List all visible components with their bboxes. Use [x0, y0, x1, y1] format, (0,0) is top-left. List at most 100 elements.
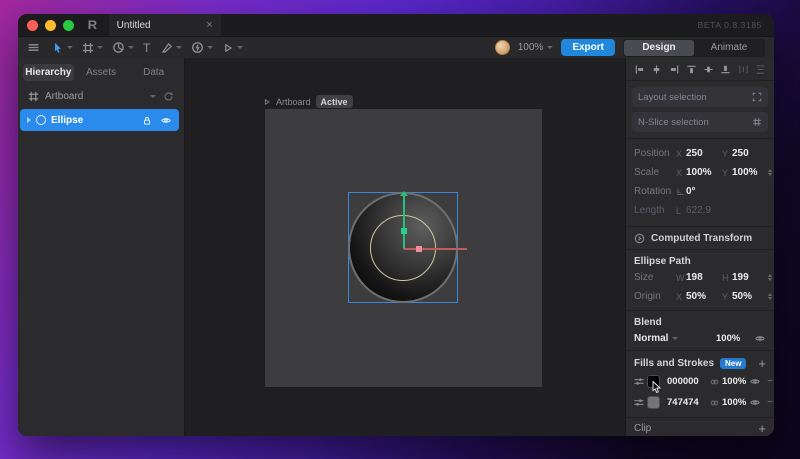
origin-stepper[interactable]	[768, 292, 772, 301]
close-tab-icon[interactable]: ×	[206, 19, 212, 31]
align-middle-v-icon[interactable]	[703, 64, 714, 75]
nslice-grid-icon	[753, 118, 761, 126]
eye-icon[interactable]	[160, 115, 172, 126]
link-icon[interactable]	[709, 398, 720, 408]
stroke-hex-field[interactable]: 747474	[667, 397, 709, 408]
chevron-down-icon	[547, 46, 554, 49]
tab-hierarchy[interactable]: Hierarchy	[23, 64, 74, 81]
rotation-label: Rotation	[634, 186, 672, 197]
remove-fill-button[interactable]: −	[767, 376, 773, 387]
artboard-tool[interactable]	[82, 42, 103, 54]
text-tool-icon: T	[143, 40, 151, 55]
pen-icon	[162, 42, 173, 53]
y-scale-handle[interactable]	[401, 228, 407, 234]
blend-mode-dropdown[interactable]: Normal	[634, 333, 716, 344]
eye-icon[interactable]	[749, 397, 761, 408]
scale-x-field[interactable]: 100%	[686, 167, 722, 178]
distribute-h-icon[interactable]	[738, 64, 749, 75]
computed-transform-row[interactable]: Computed Transform	[626, 227, 774, 250]
new-badge: New	[720, 358, 747, 369]
hierarchy-panel: Hierarchy Assets Data Artboard Ellipse	[18, 58, 185, 436]
tab-design[interactable]: Design	[624, 39, 694, 56]
chevron-down-icon[interactable]	[128, 46, 134, 49]
height-field[interactable]: 199	[732, 272, 768, 283]
sliders-icon[interactable]	[633, 397, 645, 408]
titlebar: R Untitled × BETA 0.8.3185	[18, 14, 774, 36]
sliders-icon[interactable]	[633, 376, 645, 387]
tab-assets[interactable]: Assets	[76, 64, 127, 81]
size-stepper[interactable]	[768, 273, 772, 282]
play-tool[interactable]	[222, 42, 244, 54]
chevron-down-icon[interactable]	[237, 46, 244, 49]
shapes-tool[interactable]	[112, 41, 134, 54]
align-bottom-icon[interactable]	[720, 64, 731, 75]
width-field[interactable]: 198	[686, 272, 722, 283]
chevron-down-icon[interactable]	[207, 46, 214, 49]
color-swatch[interactable]	[647, 396, 660, 409]
text-tool[interactable]: T	[143, 41, 150, 55]
x-key: X	[676, 167, 683, 178]
zoom-window-button[interactable]	[63, 19, 74, 31]
alignment-toolbar	[626, 58, 774, 81]
chevron-down-icon[interactable]	[97, 46, 103, 49]
eye-icon[interactable]	[754, 333, 766, 344]
link-icon[interactable]	[709, 377, 720, 387]
align-top-icon[interactable]	[686, 64, 697, 75]
remove-stroke-button[interactable]: −	[767, 397, 773, 408]
stage-canvas[interactable]: Artboard Active	[185, 58, 625, 436]
tree-item-ellipse[interactable]: Ellipse	[20, 109, 179, 131]
artboard-header[interactable]: Artboard Active	[263, 95, 353, 108]
play-small-icon[interactable]	[263, 98, 271, 106]
expand-caret-icon[interactable]	[27, 117, 31, 123]
align-left-icon[interactable]	[634, 64, 645, 75]
selection-bounding-box[interactable]	[348, 191, 467, 303]
chevron-down-icon[interactable]	[150, 94, 156, 98]
blend-opacity-field[interactable]: 100%	[716, 333, 746, 344]
user-avatar[interactable]	[494, 40, 510, 55]
y-axis-gizmo[interactable]	[403, 195, 405, 249]
sync-icon[interactable]	[163, 91, 174, 102]
origin-x-field[interactable]: 50%	[686, 291, 722, 302]
export-button[interactable]: Export	[561, 39, 615, 56]
disclosure-circle-icon[interactable]	[634, 233, 645, 244]
color-swatch[interactable]	[647, 375, 662, 393]
scale-stepper[interactable]	[768, 168, 772, 177]
stroke-opacity-field[interactable]: 100%	[722, 397, 749, 408]
document-tab[interactable]: Untitled ×	[108, 14, 221, 36]
align-center-h-icon[interactable]	[651, 64, 662, 75]
select-tool[interactable]	[52, 42, 73, 54]
app-window: R Untitled × BETA 0.8.3185 T 100% Export…	[18, 14, 774, 436]
length-value: 622.9	[686, 205, 712, 216]
add-fill-button[interactable]: +	[758, 356, 766, 371]
chevron-down-icon[interactable]	[176, 46, 183, 49]
close-window-button[interactable]	[27, 19, 38, 31]
chevron-down-icon[interactable]	[67, 46, 73, 49]
add-clip-button[interactable]: +	[758, 421, 766, 436]
align-right-icon[interactable]	[669, 64, 680, 75]
zoom-control[interactable]: 100%	[518, 42, 554, 53]
fill-hex-field[interactable]: 000000	[667, 376, 709, 387]
state-machine-tool[interactable]	[191, 41, 214, 54]
nslice-selection-label: N-Slice selection	[638, 116, 709, 128]
fill-opacity-field[interactable]: 100%	[722, 376, 749, 387]
pen-tool[interactable]	[161, 42, 183, 54]
origin-y-field[interactable]: 50%	[732, 291, 768, 302]
x-scale-handle[interactable]	[416, 245, 422, 252]
menu-button[interactable]	[27, 41, 40, 54]
tree-item-artboard[interactable]: Artboard	[18, 84, 184, 108]
scale-y-field[interactable]: 100%	[732, 167, 768, 178]
position-x-field[interactable]: 250	[686, 148, 722, 159]
nslice-selection-button[interactable]: N-Slice selection	[632, 112, 768, 132]
x-axis-gizmo[interactable]	[404, 247, 467, 250]
position-row: Position X 250 Y 250	[634, 144, 766, 163]
layout-selection-button[interactable]: Layout selection	[632, 87, 768, 107]
position-y-field[interactable]: 250	[732, 148, 768, 159]
rotation-field[interactable]: 0°	[686, 186, 722, 197]
lock-icon[interactable]	[142, 115, 152, 126]
origin-label: Origin	[634, 291, 661, 302]
tab-data[interactable]: Data	[128, 64, 179, 81]
minimize-window-button[interactable]	[45, 19, 56, 31]
eye-icon[interactable]	[749, 376, 761, 387]
distribute-v-icon[interactable]	[755, 64, 766, 75]
tab-animate[interactable]: Animate	[694, 40, 764, 56]
